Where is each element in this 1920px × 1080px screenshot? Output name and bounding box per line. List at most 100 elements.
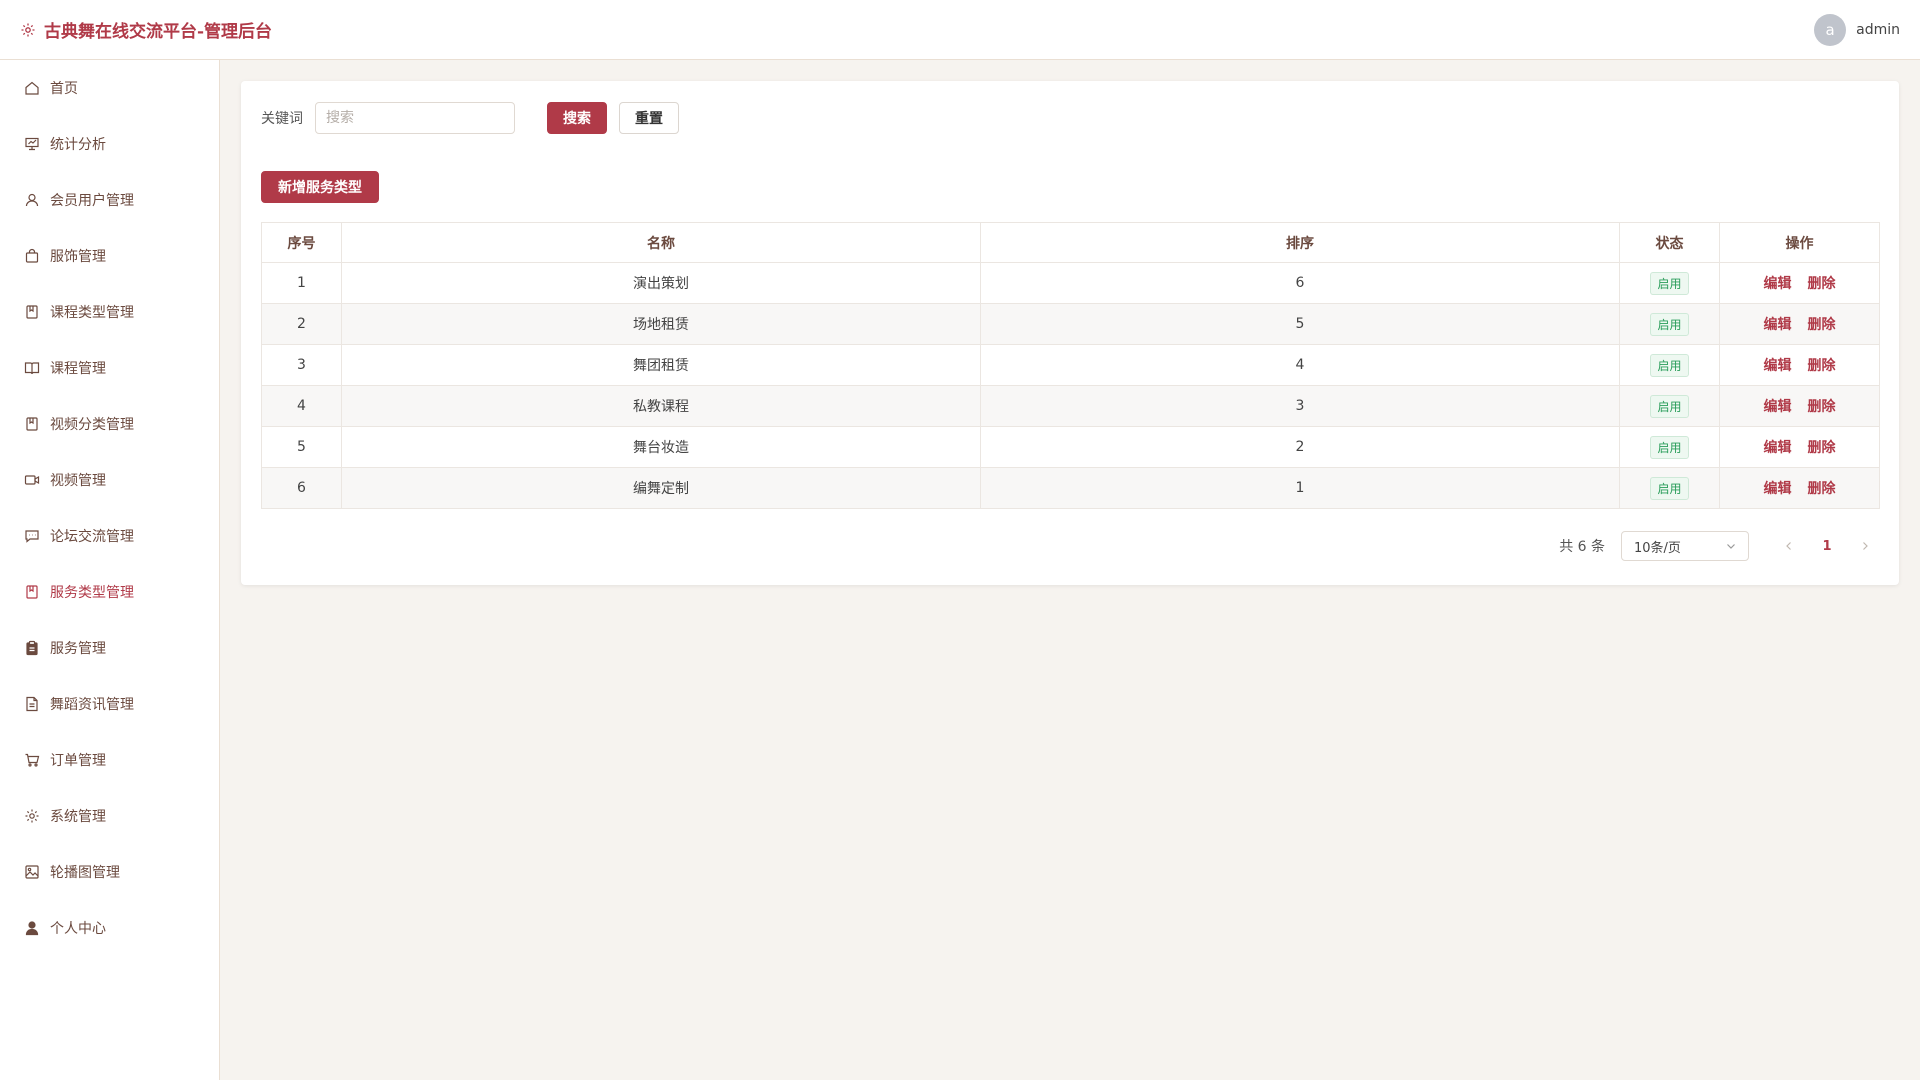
- table-row: 2 场地租赁 5 启用 编辑 删除: [261, 303, 1880, 345]
- prev-page-button[interactable]: [1775, 532, 1803, 560]
- search-input[interactable]: [315, 102, 515, 134]
- sidebar-item-label: 统计分析: [50, 137, 106, 153]
- home-icon: [24, 80, 40, 96]
- cell-name: 私教课程: [341, 385, 981, 427]
- sidebar-item-dance-news[interactable]: 舞蹈资讯管理: [0, 676, 219, 732]
- chevron-left-icon: [1784, 541, 1794, 551]
- table-row: 5 舞台妆造 2 启用 编辑 删除: [261, 426, 1880, 468]
- sidebar-item-home[interactable]: 首页: [0, 60, 219, 116]
- search-button[interactable]: 搜索: [547, 102, 607, 134]
- document-icon: [24, 696, 40, 712]
- edit-button[interactable]: 编辑: [1764, 276, 1792, 292]
- delete-button[interactable]: 删除: [1808, 399, 1836, 415]
- table-row: 6 编舞定制 1 启用 编辑 删除: [261, 467, 1880, 509]
- cell-actions: 编辑 删除: [1719, 344, 1880, 386]
- edit-button[interactable]: 编辑: [1764, 481, 1792, 497]
- bookmark-icon: [24, 416, 40, 432]
- delete-button[interactable]: 删除: [1808, 358, 1836, 374]
- delete-button[interactable]: 删除: [1808, 276, 1836, 292]
- brand: 古典舞在线交流平台-管理后台: [20, 17, 272, 42]
- sidebar-item-services[interactable]: 服务管理: [0, 620, 219, 676]
- cell-actions: 编辑 删除: [1719, 426, 1880, 468]
- service-type-table: 序号 名称 排序 状态 操作 1 演出策划 6 启用 编辑 删除 2 场地租赁 5 启用 编辑 删除 3…: [261, 222, 1880, 509]
- cell-index: 6: [261, 467, 342, 509]
- user-menu[interactable]: a admin: [1814, 13, 1900, 46]
- sidebar-item-videos[interactable]: 视频管理: [0, 452, 219, 508]
- next-page-button[interactable]: [1851, 532, 1879, 560]
- sidebar-item-label: 系统管理: [50, 809, 106, 825]
- bookmark-icon: [24, 584, 40, 600]
- sidebar-item-carousel[interactable]: 轮播图管理: [0, 844, 219, 900]
- total-count: 共 6 条: [1559, 539, 1605, 555]
- chevron-down-icon: [1726, 541, 1736, 551]
- delete-button[interactable]: 删除: [1808, 440, 1836, 456]
- bookmark-icon: [24, 304, 40, 320]
- edit-button[interactable]: 编辑: [1764, 440, 1792, 456]
- user-icon: [24, 192, 40, 208]
- cell-status: 启用: [1619, 262, 1720, 304]
- sidebar-item-members[interactable]: 会员用户管理: [0, 172, 219, 228]
- table-header-row: 序号 名称 排序 状态 操作: [261, 222, 1880, 263]
- sidebar-item-label: 个人中心: [50, 921, 106, 937]
- cart-icon: [24, 752, 40, 768]
- sidebar-item-course-types[interactable]: 课程类型管理: [0, 284, 219, 340]
- sidebar-item-label: 服饰管理: [50, 249, 106, 265]
- reset-button[interactable]: 重置: [619, 102, 679, 134]
- sidebar-item-label: 视频管理: [50, 473, 106, 489]
- column-header-name: 名称: [341, 222, 981, 263]
- cell-name: 编舞定制: [341, 467, 981, 509]
- sidebar-item-label: 首页: [50, 81, 78, 97]
- username[interactable]: admin: [1856, 22, 1900, 38]
- gear-icon: [20, 22, 36, 38]
- cell-sort: 5: [980, 303, 1620, 345]
- cell-sort: 3: [980, 385, 1620, 427]
- sidebar: 首页统计分析会员用户管理服饰管理课程类型管理 课程管理视频分类管理 视频管理论坛交流…: [0, 60, 220, 1080]
- table-row: 3 舞团租赁 4 启用 编辑 删除: [261, 344, 1880, 386]
- sidebar-item-apparel[interactable]: 服饰管理: [0, 228, 219, 284]
- sidebar-item-system[interactable]: 系统管理: [0, 788, 219, 844]
- sidebar-item-forum[interactable]: 论坛交流管理: [0, 508, 219, 564]
- column-header-status: 状态: [1619, 222, 1720, 263]
- status-badge: 启用: [1650, 271, 1689, 295]
- cell-sort: 1: [980, 467, 1620, 509]
- chart-icon: [24, 136, 40, 152]
- cell-name: 舞台妆造: [341, 426, 981, 468]
- cell-index: 5: [261, 426, 342, 468]
- sidebar-item-orders[interactable]: 订单管理: [0, 732, 219, 788]
- edit-button[interactable]: 编辑: [1764, 358, 1792, 374]
- sidebar-item-stats[interactable]: 统计分析: [0, 116, 219, 172]
- cell-index: 1: [261, 262, 342, 304]
- page-number-current[interactable]: 1: [1813, 532, 1841, 560]
- sidebar-item-label: 论坛交流管理: [50, 529, 134, 545]
- status-badge: 启用: [1650, 394, 1689, 418]
- delete-button[interactable]: 删除: [1808, 317, 1836, 333]
- bag-icon: [24, 248, 40, 264]
- edit-button[interactable]: 编辑: [1764, 399, 1792, 415]
- cell-sort: 2: [980, 426, 1620, 468]
- keyword-label: 关键词: [261, 111, 303, 127]
- cell-sort: 6: [980, 262, 1620, 304]
- sidebar-item-label: 服务管理: [50, 641, 106, 657]
- avatar[interactable]: a: [1814, 13, 1847, 46]
- search-bar: 关键词 搜索 重置: [261, 101, 1879, 135]
- page-size-select[interactable]: 10条/页: [1621, 531, 1749, 561]
- chat-icon: [24, 528, 40, 544]
- sidebar-item-service-types[interactable]: 服务类型管理: [0, 564, 219, 620]
- delete-button[interactable]: 删除: [1808, 481, 1836, 497]
- column-header-sort: 排序: [980, 222, 1620, 263]
- cell-status: 启用: [1619, 467, 1720, 509]
- sidebar-item-video-categories[interactable]: 视频分类管理: [0, 396, 219, 452]
- edit-button[interactable]: 编辑: [1764, 317, 1792, 333]
- column-header-index: 序号: [261, 222, 342, 263]
- add-service-type-button[interactable]: 新增服务类型: [261, 171, 379, 203]
- page-size-value: 10条/页: [1634, 540, 1681, 556]
- status-badge: 启用: [1650, 435, 1689, 459]
- cell-name: 舞团租赁: [341, 344, 981, 386]
- sidebar-item-profile[interactable]: 个人中心: [0, 900, 219, 956]
- sidebar-item-label: 视频分类管理: [50, 417, 134, 433]
- clipboard-icon: [24, 640, 40, 656]
- sidebar-item-courses[interactable]: 课程管理: [0, 340, 219, 396]
- top-header: 古典舞在线交流平台-管理后台 a admin: [0, 0, 1920, 60]
- status-badge: 启用: [1650, 353, 1689, 377]
- table-row: 4 私教课程 3 启用 编辑 删除: [261, 385, 1880, 427]
